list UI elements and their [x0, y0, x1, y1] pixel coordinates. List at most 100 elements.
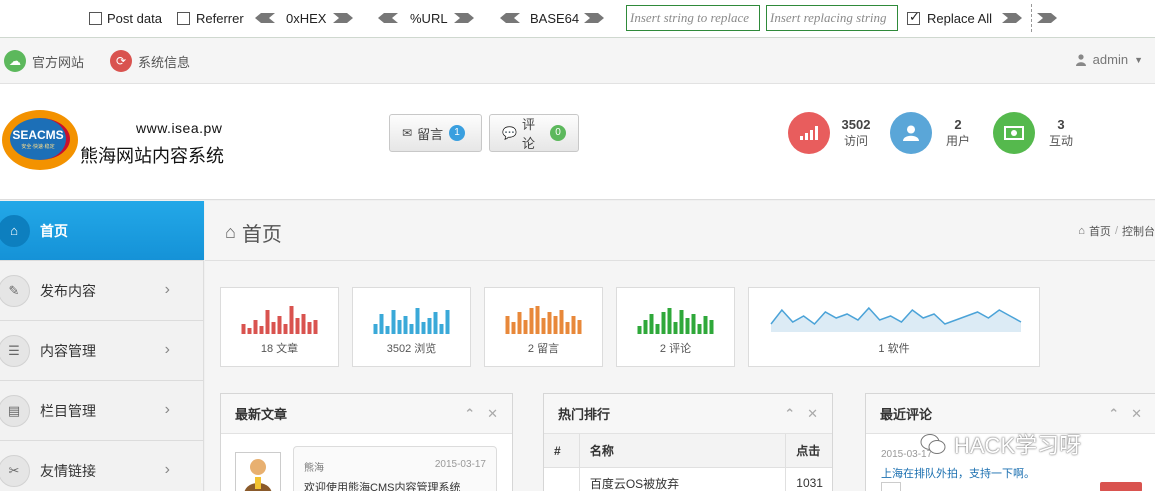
extra-arrow-icon[interactable] [1037, 13, 1057, 23]
close-icon[interactable]: ✕ [1131, 406, 1142, 422]
sidebar: ⌂ 首页 ✎ 发布内容 › ☰ 内容管理 › ▤ 栏目管理 › ✂ 友情链接 › [0, 201, 204, 491]
sparkline-bar [703, 316, 708, 334]
stat-visits: 3502 访问 [788, 112, 874, 154]
collapse-icon[interactable]: ⌃ [464, 406, 475, 422]
username: admin [1092, 52, 1129, 67]
sparkline-bar [289, 306, 294, 334]
base64-encode-arrow-icon[interactable] [584, 13, 604, 23]
sparkline-bar [535, 306, 540, 334]
tile-views[interactable]: 3502 浏览 [352, 287, 471, 367]
article-author: 熊海 [304, 463, 324, 474]
article-date: 2015-03-17 [434, 459, 486, 470]
row-clicks: 1031 [796, 476, 823, 490]
site-url: www.isea.pw [136, 120, 223, 136]
sparkline-bar [673, 322, 678, 334]
referrer-checkbox[interactable] [177, 12, 190, 25]
tile-messages[interactable]: 2 留言 [484, 287, 603, 367]
comments-count-badge: 0 [550, 125, 566, 141]
sidebar-item-label: 发布内容 [40, 282, 96, 299]
stat-interactions: 3 互动 [993, 112, 1079, 154]
tile-articles[interactable]: 18 文章 [220, 287, 339, 367]
page-header: ⌂ 首页 ⌂ 首页 / 控制台 [205, 201, 1155, 261]
software-sparkline [770, 306, 1022, 332]
collapse-icon[interactable]: ⌃ [784, 406, 795, 422]
url-encode-arrow-icon[interactable] [454, 13, 474, 23]
sparkline-bar [517, 312, 522, 334]
tile-software[interactable]: 1 软件 [748, 287, 1040, 367]
logo-subtext: 安全·快速·稳定 [21, 144, 55, 150]
list-icon: ☰ [0, 334, 30, 367]
row-name[interactable]: 百度云OS被放弃 [580, 468, 787, 491]
sparkline-bar [559, 310, 564, 334]
find-string-input[interactable]: Insert string to replace [626, 5, 760, 31]
sparkline-bar [523, 320, 528, 334]
users-count: 2 [954, 117, 962, 132]
sparkline-bar [409, 324, 414, 334]
post-data-checkbox[interactable] [89, 12, 102, 25]
comments-label: 评论 [521, 117, 535, 151]
comments-sparkline [637, 308, 714, 334]
site-name: 熊海网站内容系统 [80, 146, 224, 166]
messages-sparkline [505, 306, 582, 334]
tile-comments[interactable]: 2 评论 [616, 287, 735, 367]
ranking-table-header: # 名称 点击 [544, 434, 832, 468]
views-sparkline [373, 308, 450, 334]
messages-label: 留言 [417, 126, 444, 142]
hackbar-toolbar: Post data Referrer 0xHEX %URL BASE64 Ins… [0, 0, 1155, 38]
wechat-icon [920, 434, 946, 454]
replace-string-input[interactable]: Insert replacing string [766, 5, 898, 31]
money-icon [993, 112, 1035, 154]
interactions-count: 3 [1057, 117, 1065, 132]
sparkline-bar [679, 310, 684, 334]
watermark-text: HACK学习呀 [954, 433, 1082, 458]
sparkline-bar [643, 320, 648, 334]
hex-decode-arrow-icon[interactable] [255, 13, 275, 23]
article-card[interactable]: 熊海 2015-03-17 欢迎使用熊海CMS内容管理系统 [293, 446, 497, 491]
sparkline-bar [655, 324, 660, 334]
breadcrumb: ⌂ 首页 / 控制台 [1078, 223, 1155, 239]
comments-button[interactable]: 💬 评论 0 [489, 114, 579, 152]
system-info-link[interactable]: ⟳ 系统信息 [110, 50, 190, 72]
sparkline-bar [265, 310, 270, 334]
close-icon[interactable]: ✕ [807, 406, 818, 422]
sidebar-item-links[interactable]: ✂ 友情链接 › [0, 441, 204, 491]
user-menu[interactable]: admin ▼ [1075, 52, 1143, 67]
widget-title: 最新文章 [235, 407, 288, 422]
sparkline-bar [553, 316, 558, 334]
chevron-right-icon: › [164, 341, 170, 358]
envelope-icon: ✉ [402, 126, 413, 140]
sidebar-item-label: 友情链接 [40, 462, 96, 479]
sidebar-item-home[interactable]: ⌂ 首页 [0, 201, 204, 261]
sidebar-item-columns[interactable]: ▤ 栏目管理 › [0, 381, 204, 441]
sidebar-item-content[interactable]: ☰ 内容管理 › [0, 321, 204, 381]
official-site-link[interactable]: ☁ 官方网站 [4, 50, 84, 72]
close-icon[interactable]: ✕ [487, 406, 498, 422]
replace-all-checkbox[interactable] [907, 9, 920, 25]
cloud-icon: ☁ [4, 50, 26, 72]
sparkline-bar [577, 320, 582, 334]
messages-button[interactable]: ✉ 留言 1 [389, 114, 482, 152]
base64-decode-arrow-icon[interactable] [500, 13, 520, 23]
replace-apply-arrow-icon[interactable] [1002, 13, 1022, 23]
sparkline-bar [637, 326, 642, 334]
sparkline-bar [691, 314, 696, 334]
collapse-icon[interactable]: ⌃ [1108, 406, 1119, 422]
table-row[interactable]: 百度云OS被放弃 1031 [544, 468, 832, 491]
sparkline-bar [247, 328, 252, 334]
breadcrumb-home-link[interactable]: 首页 [1089, 223, 1111, 239]
watermark: HACK学习呀 [920, 428, 1081, 460]
sidebar-item-publish[interactable]: ✎ 发布内容 › [0, 261, 204, 321]
tile-label: 2 评论 [659, 343, 692, 355]
sparkline-bar [697, 324, 702, 334]
comment-text[interactable]: 上海在排队外拍，支持一下啊。 [881, 465, 1035, 481]
sparkline-bar [373, 324, 378, 334]
chevron-right-icon: › [164, 461, 170, 478]
comment-action-button[interactable] [1100, 482, 1142, 491]
hex-encode-arrow-icon[interactable] [333, 13, 353, 23]
url-decode-arrow-icon[interactable] [378, 13, 398, 23]
tile-label: 2 留言 [527, 343, 560, 355]
wrench-icon: ✂ [0, 454, 30, 487]
home-icon: ⌂ [0, 214, 30, 247]
sparkline-bar [241, 324, 246, 334]
sparkline-bar [649, 314, 654, 334]
